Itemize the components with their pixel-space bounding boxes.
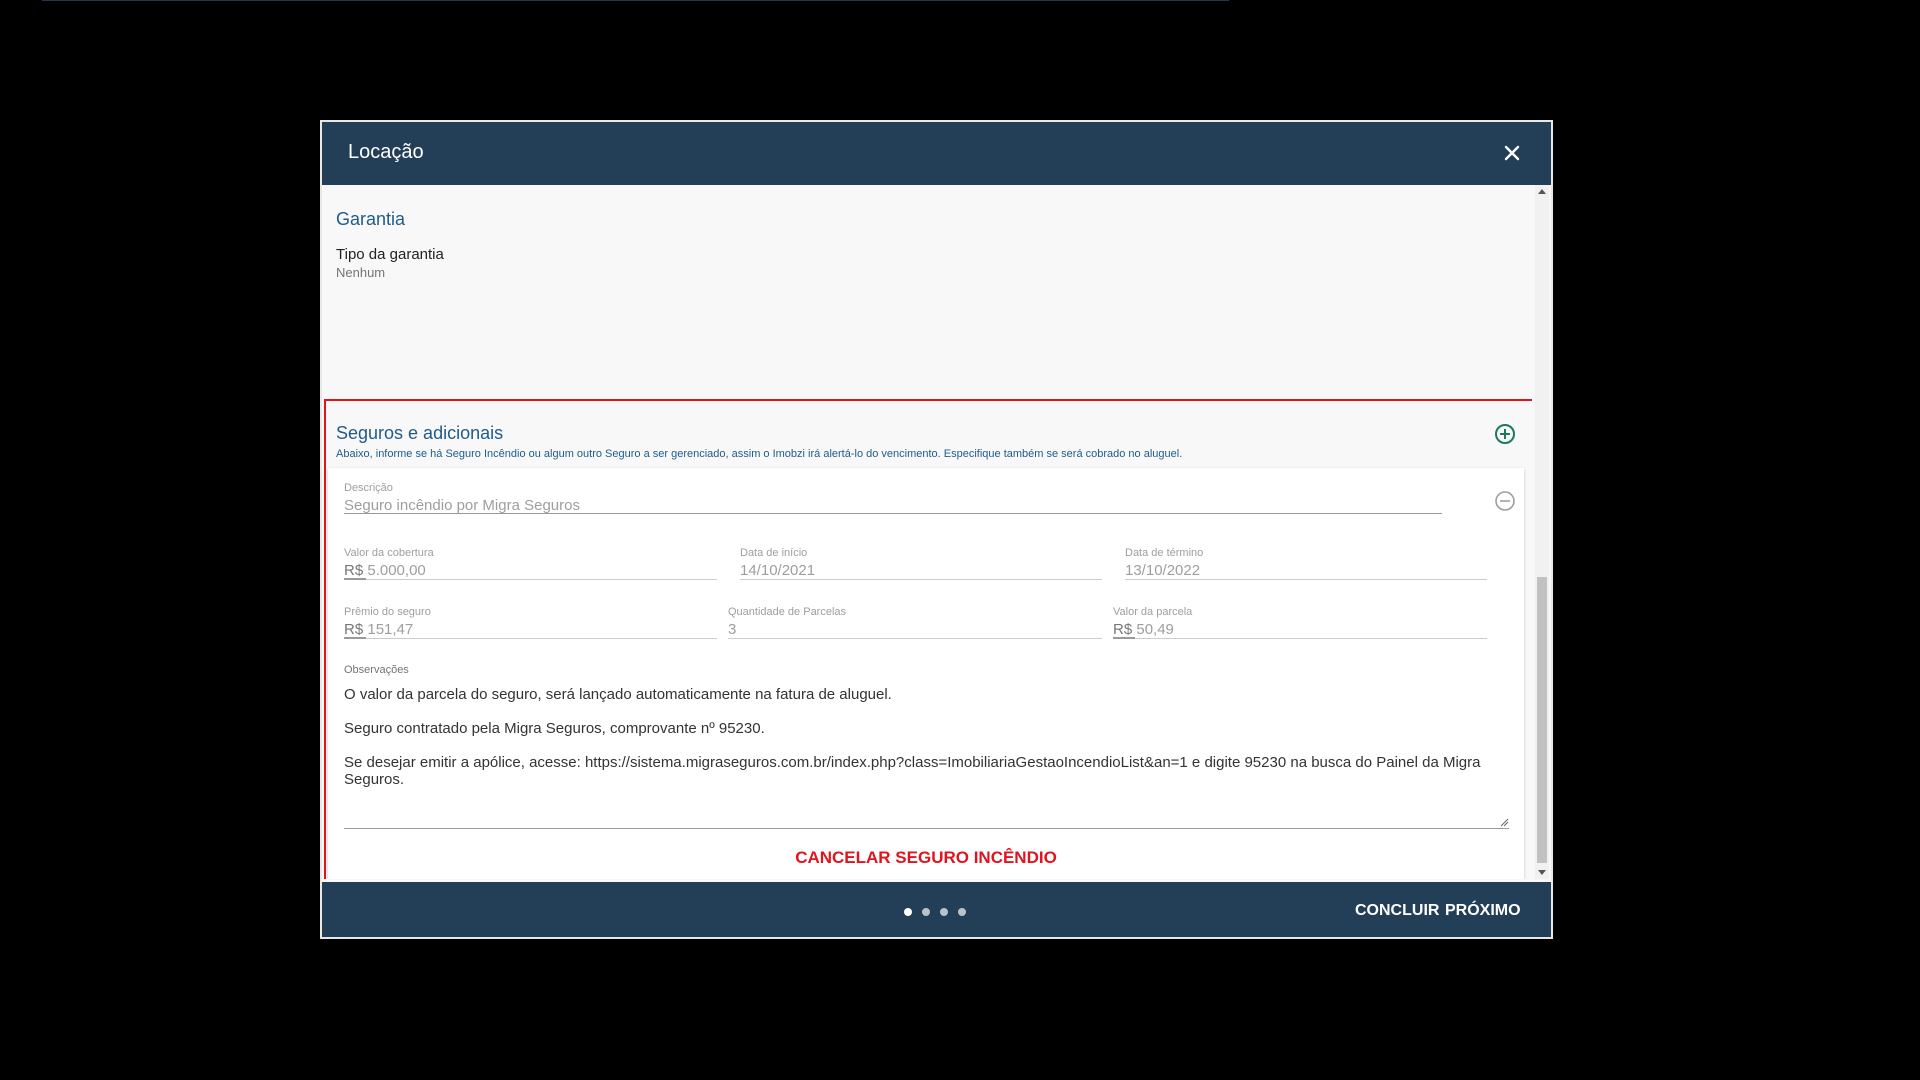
field-underline — [1125, 579, 1487, 580]
concluir-button[interactable]: CONCLUIR — [1355, 902, 1439, 920]
valor-cobertura-field[interactable]: Valor da cobertura R$ 5.000,00 — [344, 547, 717, 580]
valor-parcela-label: Valor da parcela — [1113, 606, 1193, 618]
field-underline — [344, 638, 717, 639]
close-button[interactable] — [1499, 139, 1525, 165]
observacoes-line: Se desejar emitir a apólice, acesse: htt… — [344, 754, 1481, 788]
field-underline — [740, 579, 1102, 580]
data-inicio-value: 14/10/2021 — [740, 562, 816, 579]
observacoes-label: Observações — [344, 664, 409, 676]
plus-circle-icon[interactable] — [1494, 423, 1516, 445]
step-dot[interactable] — [940, 908, 948, 916]
observacoes-textarea[interactable]: O valor da parcela do seguro, será lança… — [344, 686, 1509, 805]
data-termino-label: Data de término — [1125, 547, 1204, 559]
dialog-header: Locação — [322, 122, 1551, 185]
tipo-garantia-value: Nenhum — [336, 265, 386, 280]
scroll-up-arrow-icon[interactable] — [1538, 189, 1546, 194]
garantia-section-title: Garantia — [336, 209, 406, 229]
seguro-item-card: Descrição Seguro incêndio por Migra Segu… — [328, 468, 1524, 879]
cancelar-seguro-button[interactable]: CANCELAR SEGURO INCÊNDIO — [328, 848, 1524, 868]
currency-prefix: R$ — [1113, 621, 1133, 638]
premio-field[interactable]: Prêmio do seguro R$ 151,47 — [344, 606, 717, 639]
tipo-garantia-label: Tipo da garantia — [336, 246, 444, 263]
observacoes-underline — [344, 828, 1509, 829]
step-indicator — [904, 908, 966, 916]
observacoes-line: O valor da parcela do seguro, será lança… — [344, 686, 892, 703]
vertical-scrollbar[interactable] — [1535, 185, 1549, 879]
quantidade-parcelas-field[interactable]: Quantidade de Parcelas 3 — [728, 606, 1102, 639]
seguros-description: Abaixo, informe se há Seguro Incêndio ou… — [336, 448, 1183, 460]
valor-cobertura-value: 5.000,00 — [367, 562, 426, 579]
seguros-section-title: Seguros e adicionais — [336, 423, 504, 443]
top-border-line — [42, 0, 1229, 1]
currency-prefix: R$ — [344, 621, 364, 638]
valor-parcela-value: 50,49 — [1136, 621, 1174, 638]
valor-parcela-field[interactable]: Valor da parcela R$ 50,49 — [1113, 606, 1487, 639]
descricao-field[interactable]: Descrição Seguro incêndio por Migra Segu… — [344, 482, 1442, 514]
field-underline — [344, 513, 1442, 514]
dialog-content: Garantia Tipo da garantia Nenhum Seguros… — [322, 185, 1532, 879]
data-inicio-label: Data de início — [740, 547, 808, 559]
premio-label: Prêmio do seguro — [344, 606, 431, 618]
premio-value: 151,47 — [367, 621, 414, 638]
dialog-footer: CONCLUIR PRÓXIMO — [322, 882, 1551, 937]
close-icon — [1504, 145, 1520, 161]
minus-circle-icon[interactable] — [1494, 490, 1516, 512]
valor-cobertura-label: Valor da cobertura — [344, 547, 434, 559]
field-underline — [1113, 638, 1487, 639]
locacao-dialog: Locação Garantia Tipo da garantia Nenhum… — [322, 122, 1551, 937]
currency-prefix: R$ — [344, 562, 364, 579]
data-termino-value: 13/10/2022 — [1125, 562, 1201, 579]
field-underline — [728, 638, 1102, 639]
proximo-button[interactable]: PRÓXIMO — [1445, 902, 1521, 920]
seguros-section: Seguros e adicionais Abaixo, informe se … — [324, 399, 1532, 879]
dialog-title: Locação — [348, 141, 424, 163]
scrollbar-thumb[interactable] — [1537, 577, 1547, 863]
field-underline — [344, 579, 717, 580]
observacoes-line: Seguro contratado pela Migra Seguros, co… — [344, 720, 765, 737]
quantidade-parcelas-label: Quantidade de Parcelas — [728, 606, 847, 618]
data-inicio-field[interactable]: Data de início 14/10/2021 — [740, 547, 1102, 580]
descricao-value: Seguro incêndio por Migra Seguros — [344, 497, 580, 514]
field-underline-accent — [344, 637, 366, 639]
field-underline-accent — [1113, 637, 1135, 639]
scroll-down-arrow-icon[interactable] — [1538, 870, 1546, 875]
step-dot[interactable] — [922, 908, 930, 916]
step-dot[interactable] — [904, 908, 912, 916]
resize-handle-icon[interactable] — [1500, 818, 1509, 827]
step-dot[interactable] — [958, 908, 966, 916]
descricao-label: Descrição — [344, 482, 393, 494]
field-underline-accent — [344, 578, 366, 580]
data-termino-field[interactable]: Data de término 13/10/2022 — [1125, 547, 1487, 580]
quantidade-parcelas-value: 3 — [728, 621, 737, 638]
